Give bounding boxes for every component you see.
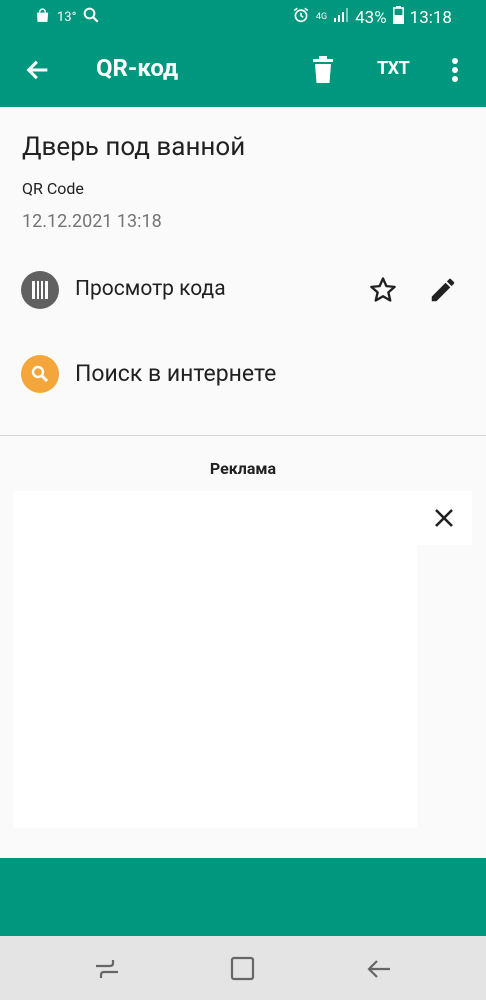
edit-pencil-icon[interactable]	[428, 275, 458, 305]
search-icon	[82, 6, 100, 29]
recent-apps-icon[interactable]	[92, 954, 122, 984]
home-icon[interactable]	[228, 954, 258, 984]
view-code-label[interactable]: Просмотр кода	[75, 277, 226, 301]
barcode-icon[interactable]	[21, 271, 59, 309]
back-nav-icon[interactable]	[364, 954, 394, 984]
network-type: 4G	[315, 12, 328, 22]
search-web-icon[interactable]	[21, 355, 59, 393]
battery-percent: 43%	[355, 7, 387, 28]
battery-icon	[392, 6, 404, 29]
weather-temperature: 13°	[57, 10, 77, 25]
delete-icon[interactable]	[312, 56, 334, 84]
star-icon[interactable]	[368, 275, 398, 305]
scan-date: 12.12.2021 13:18	[22, 211, 162, 232]
alarm-icon	[292, 6, 310, 29]
code-format: QR Code	[22, 179, 84, 198]
ad-label: Реклама	[209, 459, 277, 478]
app-bar: QR-код TXT	[0, 32, 486, 107]
screen-title: QR-код	[96, 54, 179, 82]
item-title: Дверь под ванной	[22, 132, 246, 162]
signal-icon	[333, 7, 349, 28]
export-txt-button[interactable]: TXT	[377, 58, 410, 79]
ad-close-button[interactable]	[416, 491, 472, 545]
more-options-icon[interactable]	[443, 56, 467, 84]
close-icon	[435, 509, 453, 527]
clock: 13:18	[409, 7, 452, 28]
bottom-banner-area	[0, 858, 486, 936]
back-arrow-icon[interactable]	[24, 56, 52, 84]
ad-banner[interactable]	[13, 491, 417, 828]
shopping-bag-icon	[34, 7, 51, 29]
status-bar: 13° 4G 43% 13:18	[0, 0, 486, 32]
system-navigation-bar	[0, 936, 486, 1000]
divider	[0, 435, 486, 436]
search-web-label[interactable]: Поиск в интернете	[75, 360, 276, 387]
